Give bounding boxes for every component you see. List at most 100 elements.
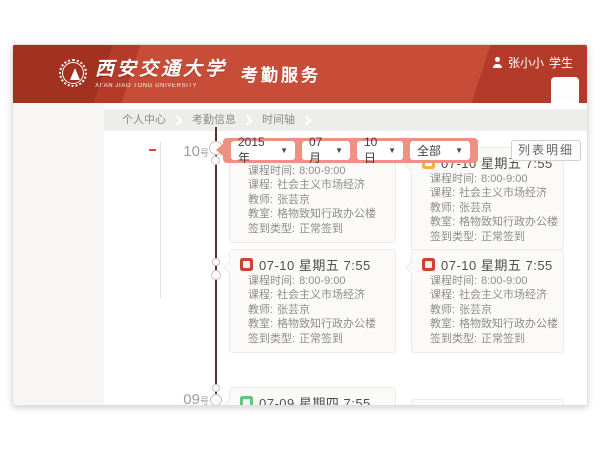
card-detail-row: 教师: 张芸京: [422, 303, 553, 317]
detail-label: 课程时间:: [430, 275, 477, 287]
timeline-node: [210, 394, 222, 406]
day-marker-10: 10号: [177, 143, 209, 161]
detail-label: 课程时间:: [248, 275, 295, 287]
breadcrumb-item[interactable]: 个人中心: [118, 109, 170, 131]
detail-label: 课程:: [248, 179, 273, 191]
card-detail-row: 课程: 社会主义市场经济: [240, 178, 385, 192]
sidebar-item[interactable]: [13, 133, 104, 147]
type-value: 全部: [417, 142, 441, 159]
timeline-node: [212, 384, 220, 392]
detail-label: 教师:: [430, 304, 455, 316]
nav-tab[interactable]: [495, 77, 523, 103]
nav-tab[interactable]: [467, 77, 495, 103]
type-select[interactable]: 全部 ▼: [410, 141, 470, 160]
detail-label: 教师:: [248, 194, 273, 206]
card-detail-row: 教室:格物致知行政办公楼: [422, 317, 553, 331]
university-seal-icon: [59, 59, 87, 87]
breadcrumb-item[interactable]: 时间轴: [258, 109, 299, 131]
detail-value: 8:00-9:00: [481, 173, 527, 185]
detail-label: 签到类型:: [248, 333, 295, 345]
detail-label: 课程:: [430, 187, 455, 199]
detail-label: 课程时间:: [430, 173, 477, 185]
detail-label: 教室:: [248, 208, 273, 220]
breadcrumb: 个人中心 考勤信息 时间轴: [104, 109, 587, 131]
detail-value: 格物致知行政办公楼: [277, 208, 376, 220]
card-header: 07-09 星期四 7:55: [240, 392, 385, 406]
main-nav: [467, 77, 579, 103]
card-detail-row: 签到类型: 正常签到: [240, 332, 385, 346]
breadcrumb-item[interactable]: 考勤信息: [188, 109, 240, 131]
detail-label: 签到类型:: [430, 231, 477, 243]
detail-value: 格物致知行政办公楼: [459, 318, 558, 330]
card-detail-row: 教室:格物致知行政办公楼: [422, 215, 553, 229]
detail-value: 正常签到: [481, 333, 525, 345]
card-details: 课程时间:8:00-9:00 课程: 社会主义市场经济 教师: 张芸京 教室:格物致…: [422, 274, 553, 346]
chevron-right-icon: [243, 115, 253, 125]
card-detail-row: 教室: 格物致知行政办公楼: [240, 317, 385, 331]
user-name: 张小小: [508, 54, 544, 71]
user-info[interactable]: 张小小 学生: [492, 54, 573, 71]
detail-label: 签到类型:: [248, 223, 295, 235]
card-date: 07-09 星期四 7:55: [259, 393, 371, 407]
chevron-right-icon: [173, 115, 183, 125]
year-select[interactable]: 2015年 ▼: [231, 141, 295, 160]
card-detail-row: 教师: 张芸京: [240, 193, 385, 207]
attendance-card[interactable]: [411, 399, 564, 406]
app-window: 西安交通大学 XI'AN JIAO TONG UNIVERSITY 考勤服务 张…: [12, 44, 588, 406]
card-detail-row: 签到类型: 正常签到: [422, 332, 553, 346]
app-header: 西安交通大学 XI'AN JIAO TONG UNIVERSITY 考勤服务 张…: [13, 45, 587, 103]
card-detail-row: 课程: 社会主义市场经济: [422, 186, 553, 200]
detail-value: 8:00-9:00: [299, 165, 345, 177]
detail-label: 教室:: [248, 318, 273, 330]
caret-down-icon: ▼: [455, 146, 463, 155]
year-value: 2015年: [238, 135, 272, 166]
sidebar-item[interactable]: [13, 161, 104, 175]
caret-down-icon: ▼: [280, 146, 288, 155]
chevron-right-icon: [302, 115, 312, 125]
attendance-status-icon: [240, 396, 253, 407]
timeline-node: [211, 156, 220, 165]
detail-value: 正常签到: [299, 333, 343, 345]
detail-label: 课程:: [248, 289, 273, 301]
card-header: 07-10 星期五 7:55: [422, 254, 553, 274]
detail-value: 张芸京: [459, 304, 492, 316]
card-detail-row: 教室: 格物致知行政办公楼: [240, 207, 385, 221]
attendance-card[interactable]: 07-10 星期五 7:55 课程时间:8:00-9:00 课程: 社会主义市场经…: [411, 249, 564, 353]
sidebar-item[interactable]: [13, 147, 104, 161]
detail-value: 社会主义市场经济: [459, 187, 547, 199]
detail-value: 社会主义市场经济: [459, 289, 547, 301]
attendance-card[interactable]: 07-09 星期四 7:55 课程时间:8:00-9:00 课程:社会主义市场经…: [229, 387, 396, 406]
detail-label: 课程时间:: [248, 165, 295, 177]
list-detail-button[interactable]: 列表明细: [511, 140, 581, 161]
timeline-scale-item[interactable]: [109, 141, 156, 159]
content-area: 个人中心 考勤信息 时间轴: [13, 103, 587, 406]
month-select[interactable]: 07月 ▼: [302, 141, 350, 160]
detail-value: 张芸京: [277, 194, 310, 206]
university-title: 西安交通大学 XI'AN JIAO TONG UNIVERSITY: [95, 54, 227, 89]
detail-label: 签到类型:: [430, 333, 477, 345]
card-details: 课程时间: 8:00-9:00 课程: 社会主义市场经济 教师: 张芸京 教室: 格物致…: [240, 164, 385, 236]
app-title: 考勤服务: [241, 61, 321, 86]
detail-value: 张芸京: [277, 304, 310, 316]
attendance-card[interactable]: 07-10 星期五 7:55 课程时间:8:00-9:00 课程:社会主义市场经…: [229, 157, 396, 243]
detail-label: 课程:: [430, 289, 455, 301]
card-detail-row: 课程时间:8:00-9:00: [422, 274, 553, 288]
detail-value: 8:00-9:00: [299, 275, 345, 287]
card-date: 07-10 星期五 7:55: [441, 255, 553, 274]
attendance-card[interactable]: 07-10 星期五 7:55 课程时间: 8:00-9:00 课程:社会主义市场经…: [229, 249, 396, 353]
attendance-status-icon: [422, 258, 435, 271]
timeline-scale: [109, 141, 156, 159]
detail-value: 社会主义市场经济: [277, 179, 365, 191]
card-detail-row: 课程:社会主义市场经济: [240, 288, 385, 302]
sidebar-item[interactable]: [13, 175, 104, 189]
detail-value: 格物致知行政办公楼: [277, 318, 376, 330]
nav-tab[interactable]: [551, 77, 579, 103]
day-value: 10日: [364, 135, 380, 166]
card-detail-row: 教师:张芸京: [422, 201, 553, 215]
day-select[interactable]: 10日 ▼: [357, 141, 403, 160]
detail-value: 张芸京: [459, 202, 492, 214]
nav-tab[interactable]: [523, 77, 551, 103]
timeline-node: [211, 270, 221, 280]
sidebar-item[interactable]: [13, 119, 104, 133]
card-header: 07-10 星期五 7:55: [240, 254, 385, 274]
